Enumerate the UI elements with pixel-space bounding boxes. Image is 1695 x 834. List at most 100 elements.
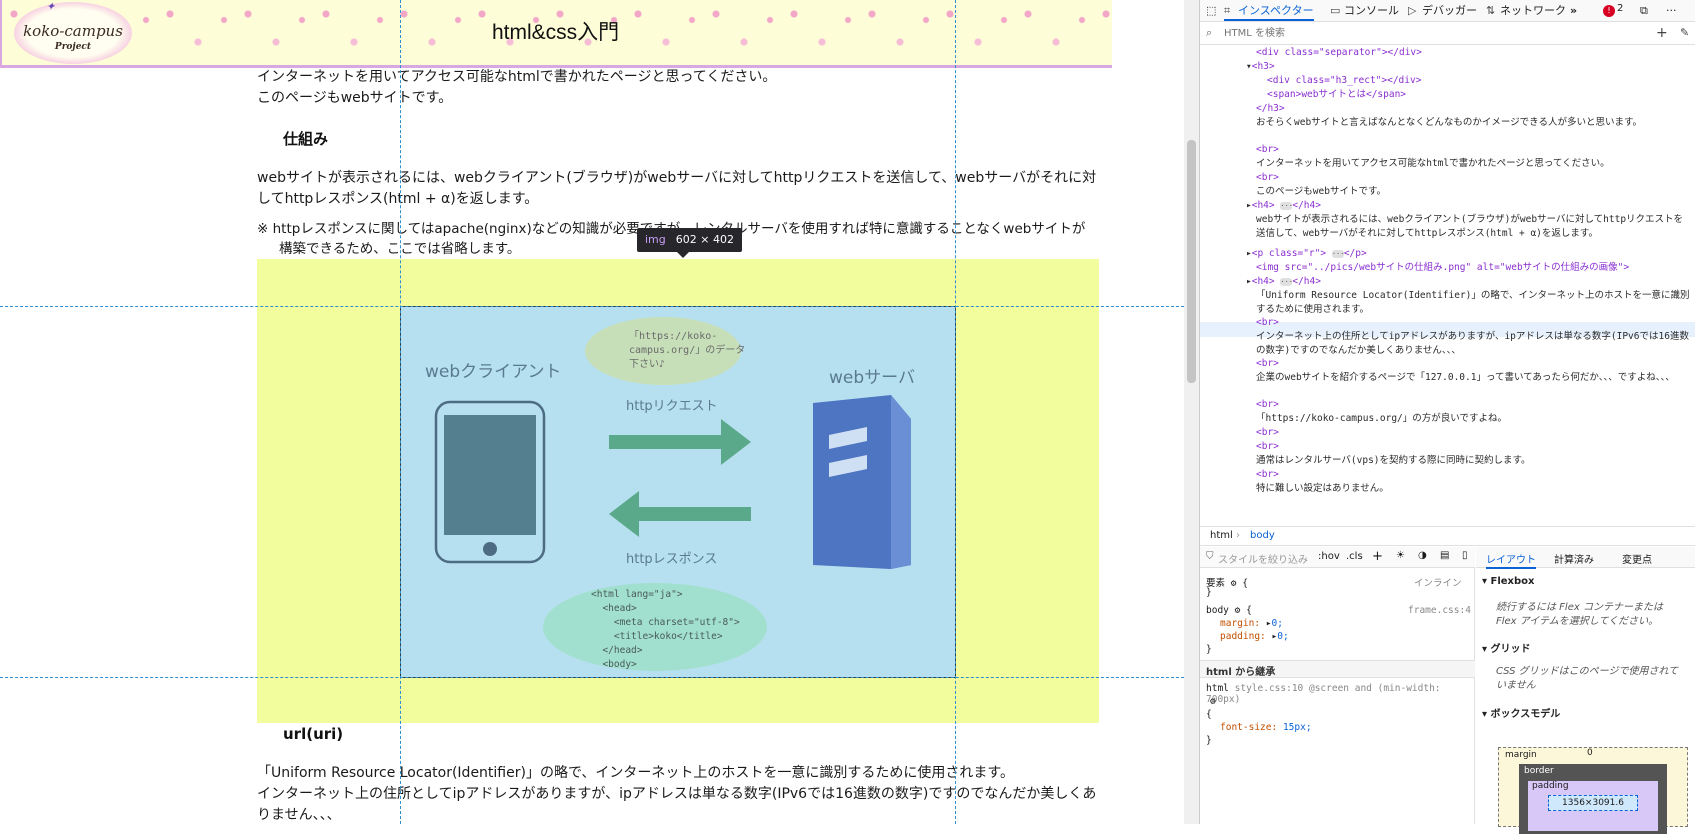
body-selector[interactable]: body [1206, 605, 1229, 616]
dom-node[interactable]: ▸<h4> ···</h4> [1246, 275, 1321, 289]
chevron-down-icon: ▾ [1482, 644, 1488, 655]
dock-icon[interactable]: ⧉ [1640, 3, 1648, 21]
dom-node[interactable]: <br> [1256, 398, 1279, 412]
text-node[interactable]: インターネットを用いてアクセス可能なhtmlで書かれたページと思ってください。 [1256, 157, 1691, 171]
dom-node[interactable]: <br> [1256, 143, 1279, 157]
filter-icon: ⛉ [1206, 551, 1214, 562]
tab-computed[interactable]: 計算済み [1554, 551, 1594, 566]
devtools-panel: ⬚ ⌗ インスペクター ▭ コンソール ▷ デバッガー ⇅ ネットワーク » ! 2 ⧉… [1199, 0, 1695, 834]
grid-note: CSS グリッドはこのページで使用されていません [1496, 666, 1679, 691]
inspector-icon: ⌗ [1224, 4, 1231, 17]
client-label: webクライアント [425, 362, 561, 382]
dom-node-img-selected[interactable]: <img src="../pics/webサイトの仕組み.png" alt="w… [1256, 261, 1629, 275]
response-code-line: <title>koko</title> [591, 631, 723, 642]
declaration[interactable]: font-size: 15px; [1220, 722, 1312, 733]
rule-source-link[interactable]: frame.css:4 [1408, 605, 1471, 616]
text-node[interactable]: 特に難しい設定はありません。 [1256, 482, 1691, 496]
gear-icon[interactable]: ⚙ [1210, 696, 1216, 707]
text-node[interactable]: 企業のwebサイトを紹介するページで「127.0.0.1」って書いてあったら何だ… [1256, 371, 1691, 385]
diagram-svg: 「https://koko- campus.org/」のデータ 下さい♪ web… [425, 317, 915, 671]
tab-changes[interactable]: 変更点 [1622, 551, 1652, 566]
server-label: webサーバ [829, 368, 915, 388]
text-node[interactable]: 「Uniform Resource Locator(Identifier)」の略… [1256, 289, 1691, 316]
eyedropper-icon[interactable]: ✎ [1680, 26, 1689, 39]
tab-network[interactable]: ⇅ ネットワーク [1486, 3, 1566, 21]
element-picker-icon[interactable]: ⬚ [1206, 3, 1216, 21]
hov-toggle[interactable]: :hov [1318, 551, 1340, 562]
declaration[interactable]: padding: ▸0; [1220, 631, 1289, 642]
dom-node[interactable]: <div class="separator"></div> [1256, 46, 1422, 60]
text-node[interactable]: 「https://koko-campus.org/」の方が良いですよね。 [1256, 412, 1691, 426]
dark-theme-icon[interactable]: ◑ [1418, 550, 1427, 561]
dom-node[interactable]: ▸<h4> ···</h4> [1246, 199, 1321, 213]
text-node[interactable]: このページもwebサイトです。 [1256, 185, 1691, 199]
boxmodel-section-header[interactable]: ▾ ボックスモデル [1482, 705, 1560, 720]
paragraph: インターネット上の住所としてipアドレスがありますが、ipアドレスは単なる数字(… [257, 786, 1097, 802]
collapsed-content-icon[interactable]: ··· [1331, 249, 1344, 258]
tab-console[interactable]: ▭ コンソール [1330, 3, 1399, 21]
tag-name: <h3> [1251, 61, 1275, 72]
error-icon[interactable]: ! [1603, 5, 1615, 17]
text-node[interactable]: webサイトが表示されるには、webクライアント(ブラウザ)がwebサーバに対し… [1256, 213, 1691, 240]
light-theme-icon[interactable]: ☀ [1396, 550, 1405, 561]
response-code-line: </head> [591, 645, 643, 656]
collapsed-content-icon[interactable]: ··· [1280, 201, 1293, 210]
dom-node[interactable]: <br> [1256, 316, 1279, 330]
style-filter-input[interactable]: スタイルを絞り込み [1218, 551, 1308, 566]
gear-icon[interactable]: ⚙ [1231, 578, 1237, 589]
tag-name: </h4> [1292, 276, 1321, 287]
html-search-bar: ⌕ + ✎ [1200, 23, 1695, 45]
dom-node[interactable]: <br> [1256, 440, 1279, 454]
flexbox-section-header[interactable]: ▾ Flexbox [1482, 576, 1535, 587]
dom-node[interactable]: <span>webサイトとは</span> [1267, 88, 1406, 102]
scrollbar-thumb[interactable] [1187, 140, 1196, 383]
layout-tabs: レイアウト 計算済み 変更点 [1476, 547, 1695, 569]
page-scrollbar[interactable] [1184, 0, 1199, 824]
dom-node[interactable]: <br> [1256, 426, 1279, 440]
tab-layout[interactable]: レイアウト [1486, 551, 1536, 569]
dom-node[interactable]: <div class="h3_rect"></div> [1267, 74, 1421, 88]
text-node[interactable]: おそらくwebサイトと言えばなんとなくどんなものかイメージできる人が多いと思いま… [1256, 116, 1691, 130]
diagram-image[interactable]: 「https://koko- campus.org/」のデータ 下さい♪ web… [400, 306, 956, 678]
dom-node[interactable]: ▸<p class="r"> ···</p> [1246, 247, 1367, 261]
inspector-guide-line [0, 306, 1184, 307]
dom-node[interactable]: <br> [1256, 171, 1279, 185]
text-node[interactable]: 通常はレンタルサーバ(vps)を契約する際に同時に契約します。 [1256, 454, 1691, 468]
breadcrumb-item-html[interactable]: html [1210, 527, 1233, 545]
dom-node[interactable]: </h3> [1256, 102, 1285, 116]
tab-debugger[interactable]: ▷ デバッガー [1408, 3, 1477, 21]
paragraph: インターネットを用いてアクセス可能なhtmlで書かれたページと思ってください。 [257, 69, 777, 85]
property-value: 0; [1277, 631, 1289, 642]
search-icon: ⌕ [1206, 26, 1213, 39]
declaration[interactable]: margin: ▸0; [1220, 618, 1283, 629]
text-node[interactable]: インターネット上の住所としてipアドレスがありますが、ipアドレスは単なる数字(… [1256, 330, 1691, 357]
add-rule-icon[interactable]: + [1372, 549, 1383, 564]
collapsed-content-icon[interactable]: ··· [1280, 277, 1293, 286]
print-simulation-icon[interactable]: ▤ [1440, 550, 1449, 561]
logo-subtext: Project [54, 42, 92, 52]
dom-node[interactable]: <br> [1256, 468, 1279, 482]
grid-section-header[interactable]: ▾ グリッド [1482, 640, 1531, 655]
cls-toggle[interactable]: .cls [1346, 551, 1363, 562]
tooltip-size: 602 × 402 [675, 233, 734, 246]
breadcrumb-item-body[interactable]: body [1250, 527, 1275, 545]
rule-source-link[interactable]: style.css:10 @screen and (min-width: 700… [1206, 683, 1441, 705]
add-node-icon[interactable]: + [1656, 25, 1668, 41]
html-selector[interactable]: html [1206, 683, 1229, 694]
devtools-toolbar: ⬚ ⌗ インスペクター ▭ コンソール ▷ デバッガー ⇅ ネットワーク » ! 2 ⧉… [1200, 0, 1695, 22]
tab-inspector[interactable]: ⌗ インスペクター [1224, 3, 1314, 21]
site-logo[interactable]: ✦ koko-campus Project [14, 0, 132, 64]
html-rule: html style.css:10 @screen and (min-width… [1206, 683, 1474, 705]
gear-icon[interactable]: ⚙ [1235, 605, 1241, 616]
html-search-input[interactable] [1222, 25, 1602, 42]
overflow-menu-button[interactable]: ··· [1666, 3, 1677, 21]
more-tabs-button[interactable]: » [1570, 3, 1577, 21]
dom-node[interactable]: ▾<h3> [1246, 60, 1275, 74]
inspector-guide-line [400, 0, 401, 824]
site-title: html&css入門 [492, 21, 620, 44]
tag-name: <h4> [1251, 276, 1275, 287]
toggle-sidebar-icon[interactable]: ▯ [1462, 550, 1468, 561]
margin-top-value[interactable]: 0 [1587, 748, 1593, 758]
inspector-tooltip: img 602 × 402 [637, 228, 742, 258]
dom-node[interactable]: <br> [1256, 357, 1279, 371]
